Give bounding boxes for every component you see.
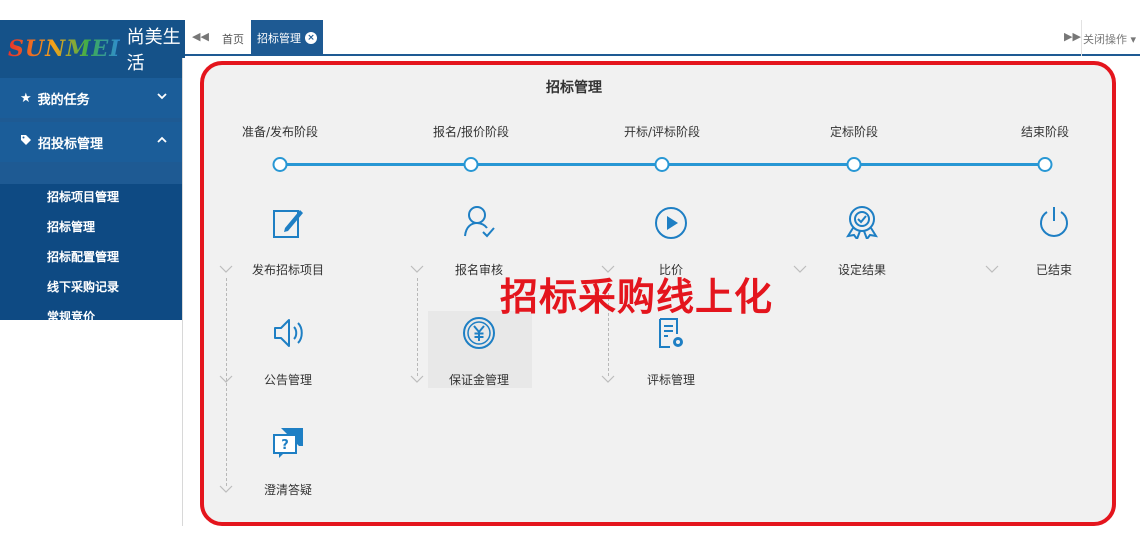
tab-label: 招标管理 — [257, 32, 301, 45]
nav-group-bidding-management[interactable]: 招投标管理 — [0, 122, 185, 162]
stage-label-end: 结束阶段 — [1020, 125, 1070, 139]
tag-icon — [20, 134, 32, 150]
timeline-node — [272, 157, 288, 172]
close-icon[interactable]: × — [305, 32, 317, 44]
dashed-connector — [417, 278, 418, 376]
edit-icon[interactable] — [271, 206, 305, 240]
sidebar-item-regular-bidding[interactable]: 常规竞价 — [47, 308, 95, 325]
close-operations-label: 关闭操作 — [1082, 33, 1127, 46]
timeline-node — [463, 157, 479, 172]
chevron-down-icon — [410, 374, 424, 384]
sidebar-item-bid-project-management[interactable]: 招标项目管理 — [47, 188, 119, 205]
chevron-down-icon — [410, 264, 424, 274]
step-publish-project[interactable]: 发布招标项目 — [252, 261, 324, 278]
user-check-icon[interactable] — [462, 204, 496, 238]
chevron-down-icon — [219, 264, 233, 274]
overlay-caption: 招标采购线上化 — [500, 275, 774, 319]
step-deposit-management[interactable]: 保证金管理 — [449, 371, 509, 388]
power-icon[interactable] — [1037, 205, 1071, 239]
award-icon[interactable] — [845, 205, 879, 239]
stage-label-opening: 开标/评标阶段 — [623, 125, 701, 139]
page-title: 招标管理 — [546, 80, 602, 96]
divider — [1081, 20, 1082, 56]
close-operations-dropdown[interactable]: 关闭操作 ▾ — [1083, 31, 1136, 47]
caret-down-icon: ▾ — [1126, 33, 1136, 46]
sidebar-item-offline-purchase-records[interactable]: 线下采购记录 — [47, 278, 119, 295]
stage-label-award: 定标阶段 — [829, 125, 879, 139]
step-clarification-qa[interactable]: 澄清答疑 — [264, 481, 312, 498]
step-finished[interactable]: 已结束 — [1036, 261, 1072, 278]
sidebar-item-bid-management[interactable]: 招标管理 — [47, 218, 95, 235]
speaker-icon[interactable] — [271, 316, 305, 350]
logo: SUNMEI 尚美生活 — [0, 20, 185, 78]
step-set-result[interactable]: 设定结果 — [838, 261, 886, 278]
chevron-down-icon — [219, 484, 233, 494]
tab-home[interactable]: 首页 — [222, 31, 244, 47]
timeline-node — [654, 157, 670, 172]
step-evaluation-management[interactable]: 评标管理 — [647, 371, 695, 388]
yuan-circle-icon[interactable] — [462, 316, 496, 350]
nav-group-label: 招投标管理 — [38, 136, 104, 152]
nav-submenu: 招标项目管理 招标管理 招标配置管理 线下采购记录 常规竞价 — [0, 184, 185, 324]
step-announcement-management[interactable]: 公告管理 — [264, 371, 312, 388]
chevron-down-icon — [219, 374, 233, 384]
step-registration-review[interactable]: 报名审核 — [455, 261, 503, 278]
sidebar-item-bid-config-management[interactable]: 招标配置管理 — [47, 248, 119, 265]
chevron-down-icon — [793, 264, 807, 274]
tab-bid-management[interactable]: 招标管理 × — [251, 20, 323, 56]
chevron-down-icon — [601, 374, 615, 384]
logo-brand: SUNMEI — [8, 36, 121, 62]
scroll-tabs-right-icon[interactable]: ▶▶ — [1064, 30, 1081, 43]
logo-chinese-name: 尚美生活 — [126, 27, 181, 74]
svg-text:?: ? — [281, 438, 289, 453]
chevron-up-icon — [157, 134, 167, 147]
timeline-node — [1037, 157, 1053, 172]
chevron-down-icon — [985, 264, 999, 274]
scroll-tabs-left-icon[interactable]: ◀◀ — [192, 30, 209, 43]
stage-label-prepare: 准备/发布阶段 — [241, 125, 319, 139]
sidebar: SUNMEI 尚美生活 ★ 我的任务 招投标管理 招标项目管理 招标管理 招标配… — [0, 20, 185, 324]
play-circle-icon[interactable] — [654, 206, 688, 240]
stage-label-register: 报名/报价阶段 — [432, 125, 510, 139]
document-settings-icon[interactable] — [654, 316, 688, 350]
question-chat-icon[interactable]: ? — [271, 426, 305, 460]
timeline-node — [846, 157, 862, 172]
tab-bar: ◀◀ 首页 招标管理 × ▶▶ 关闭操作 ▾ — [185, 20, 1140, 56]
